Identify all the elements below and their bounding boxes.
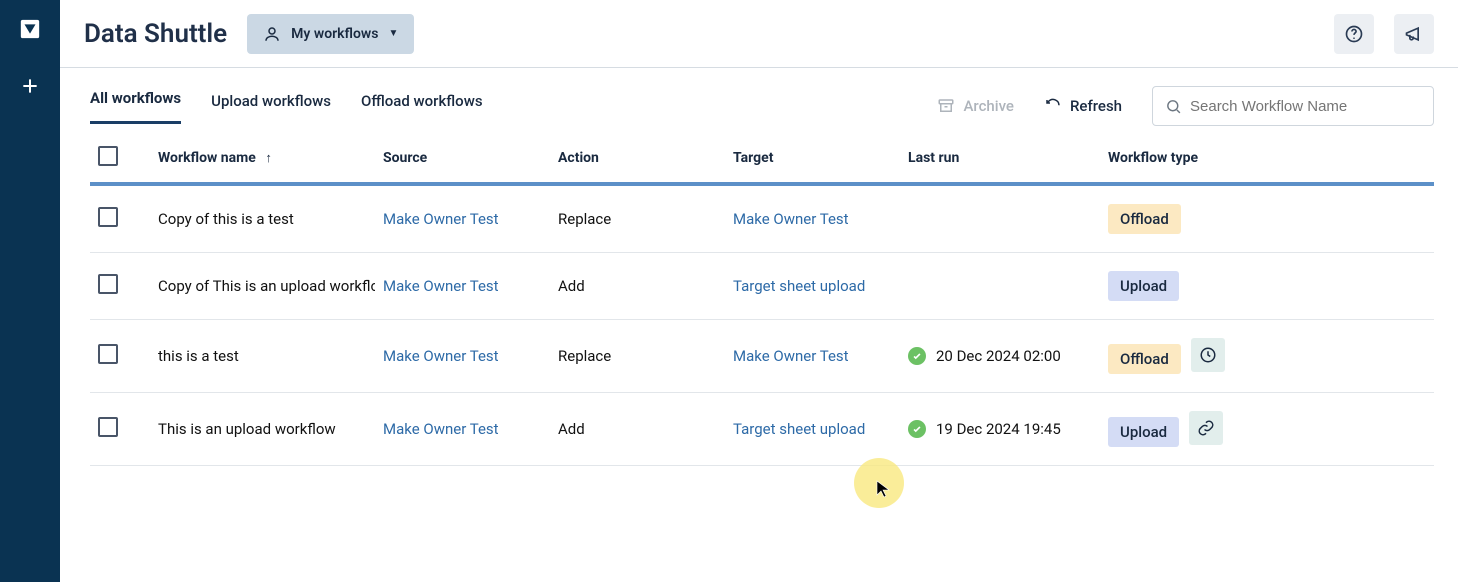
- table-row[interactable]: this is a test Make Owner Test Replace Make…: [90, 320, 1434, 393]
- dropdown-label: My workflows: [291, 26, 378, 42]
- app-logo-icon[interactable]: [19, 18, 41, 40]
- workflow-name[interactable]: This is an upload workflow: [150, 393, 375, 466]
- target-link[interactable]: Make Owner Test: [733, 347, 849, 365]
- source-link[interactable]: Make Owner Test: [383, 210, 499, 228]
- workflow-type-badge: Upload: [1108, 271, 1179, 301]
- refresh-icon: [1044, 97, 1062, 115]
- link-icon[interactable]: [1189, 411, 1223, 445]
- row-checkbox[interactable]: [98, 207, 118, 227]
- row-checkbox[interactable]: [98, 417, 118, 437]
- workflow-type-badge: Offload: [1108, 204, 1181, 234]
- top-bar: Data Shuttle My workflows ▼: [60, 0, 1458, 68]
- page-title: Data Shuttle: [84, 19, 227, 49]
- help-icon: [1344, 24, 1364, 44]
- action-cell: Add: [550, 253, 725, 320]
- status-success-icon: [908, 420, 926, 438]
- my-workflows-dropdown[interactable]: My workflows ▼: [247, 14, 414, 54]
- target-link[interactable]: Target sheet upload: [733, 420, 865, 438]
- workflow-tabs: All workflows Upload workflows Offload w…: [90, 89, 483, 124]
- search-field[interactable]: [1152, 86, 1434, 126]
- workflow-type-badge: Upload: [1108, 417, 1179, 447]
- table-row[interactable]: Copy of this is a test Make Owner Test Rep…: [90, 184, 1434, 253]
- status-success-icon: [908, 347, 926, 365]
- tab-upload-workflows[interactable]: Upload workflows: [211, 92, 331, 124]
- workflow-name[interactable]: Copy of This is an upload workflow: [150, 253, 375, 320]
- action-cell: Replace: [550, 184, 725, 253]
- action-cell: Add: [550, 393, 725, 466]
- toolbar: All workflows Upload workflows Offload w…: [60, 68, 1458, 126]
- target-link[interactable]: Target sheet upload: [733, 277, 865, 295]
- chevron-down-icon: ▼: [388, 28, 398, 39]
- target-link[interactable]: Make Owner Test: [733, 210, 849, 228]
- col-header-lastrun[interactable]: Last run: [900, 132, 1100, 184]
- search-icon: [1165, 98, 1182, 115]
- col-header-target[interactable]: Target: [725, 132, 900, 184]
- archive-icon: [937, 97, 955, 115]
- col-header-type[interactable]: Workflow type: [1100, 132, 1434, 184]
- megaphone-icon: [1404, 24, 1424, 44]
- col-header-name[interactable]: Workflow name ↑: [150, 132, 375, 184]
- workflow-name[interactable]: Copy of this is a test: [150, 184, 375, 253]
- workflow-name[interactable]: this is a test: [150, 320, 375, 393]
- row-checkbox[interactable]: [98, 274, 118, 294]
- help-button[interactable]: [1334, 14, 1374, 54]
- source-link[interactable]: Make Owner Test: [383, 420, 499, 438]
- table-row[interactable]: This is an upload workflow Make Owner Tes…: [90, 393, 1434, 466]
- search-input[interactable]: [1190, 98, 1421, 115]
- action-cell: Replace: [550, 320, 725, 393]
- row-checkbox[interactable]: [98, 344, 118, 364]
- workflow-type-badge: Offload: [1108, 344, 1181, 374]
- tab-all-workflows[interactable]: All workflows: [90, 89, 181, 124]
- left-nav: [0, 0, 60, 582]
- workflow-table: Workflow name ↑ Source Action Target Las…: [90, 132, 1434, 466]
- announcements-button[interactable]: [1394, 14, 1434, 54]
- sort-asc-icon: ↑: [265, 151, 272, 166]
- lastrun-cell: 19 Dec 2024 19:45: [908, 420, 1092, 438]
- refresh-button[interactable]: Refresh: [1044, 97, 1122, 115]
- select-all-checkbox[interactable]: [98, 146, 118, 166]
- table-row[interactable]: Copy of This is an upload workflow Make O…: [90, 253, 1434, 320]
- schedule-icon[interactable]: [1191, 338, 1225, 372]
- lastrun-cell: 20 Dec 2024 02:00: [908, 347, 1092, 365]
- source-link[interactable]: Make Owner Test: [383, 277, 499, 295]
- col-header-action[interactable]: Action: [550, 132, 725, 184]
- archive-button: Archive: [937, 97, 1013, 115]
- tab-offload-workflows[interactable]: Offload workflows: [361, 92, 483, 124]
- col-header-source[interactable]: Source: [375, 132, 550, 184]
- person-icon: [263, 25, 281, 43]
- source-link[interactable]: Make Owner Test: [383, 347, 499, 365]
- add-button[interactable]: [20, 76, 40, 100]
